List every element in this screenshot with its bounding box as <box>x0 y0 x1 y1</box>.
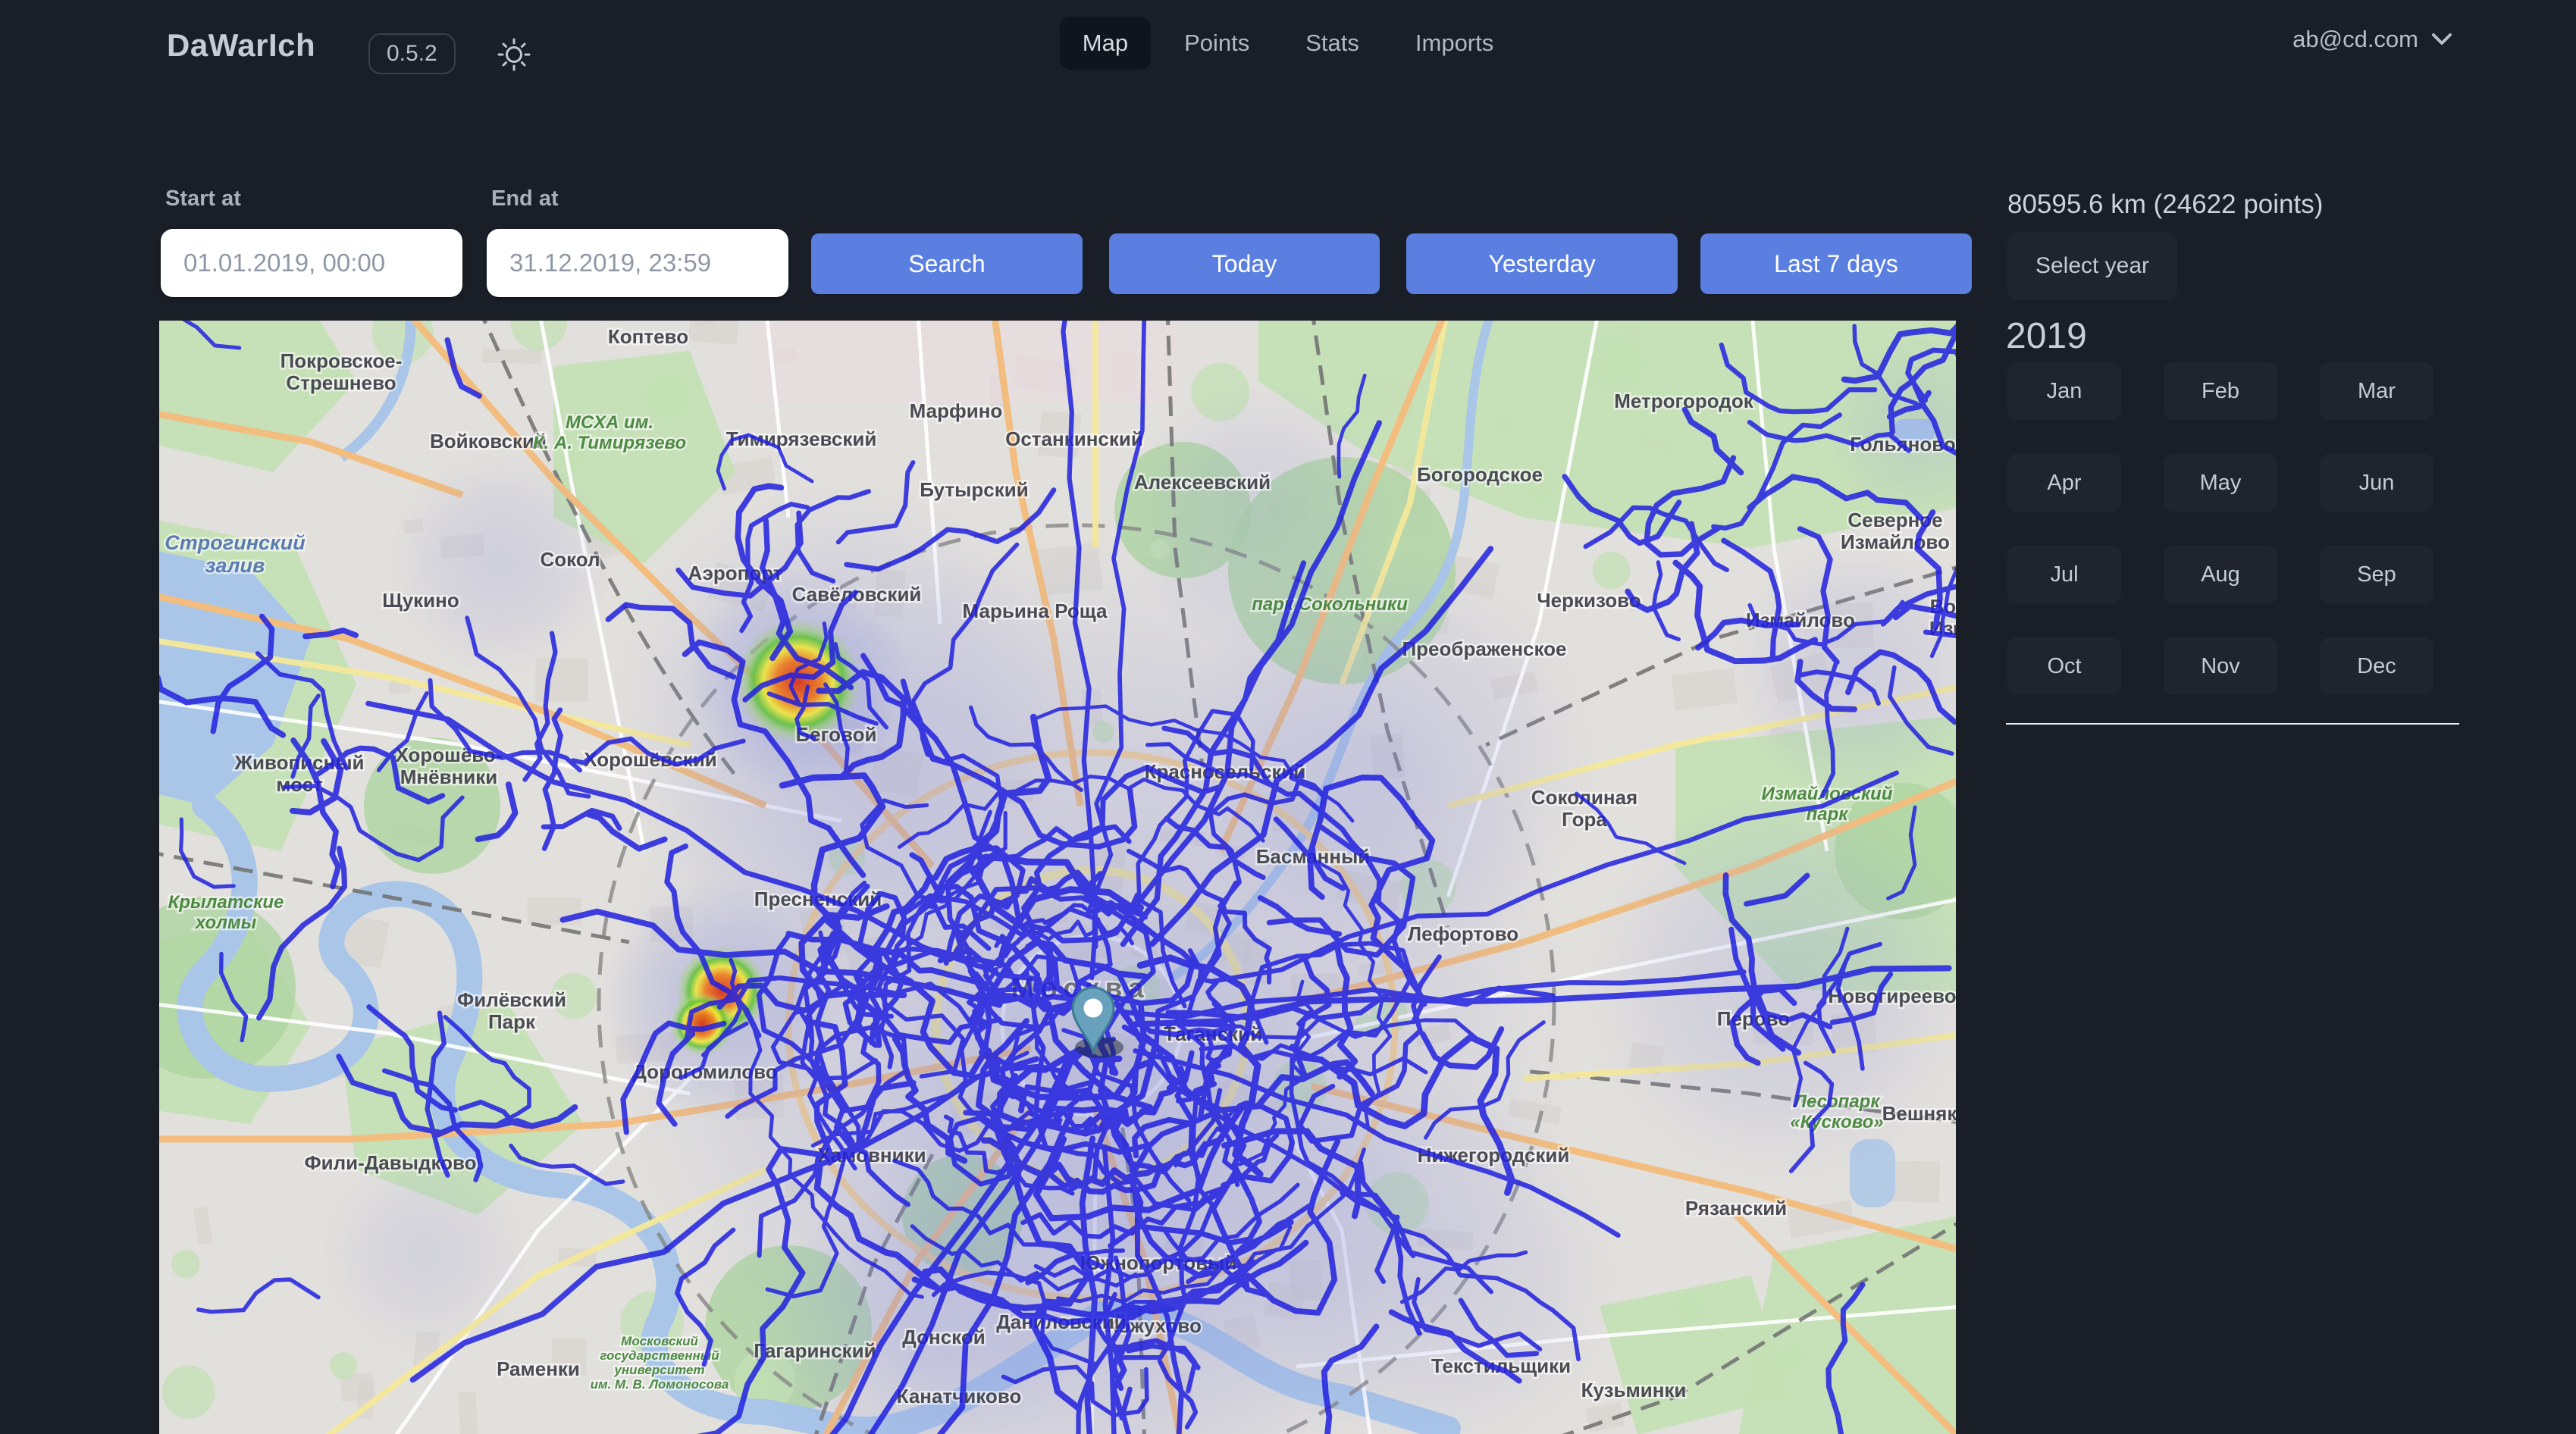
map-place-label: парк Сокольники <box>1252 594 1408 615</box>
map-place-label: Рязанский <box>1685 1197 1787 1220</box>
search-button[interactable]: Search <box>811 233 1083 294</box>
month-button-sep[interactable]: Sep <box>2320 546 2433 603</box>
app-logo: DaWarIch <box>167 27 315 64</box>
map-place-label: Покровское-Стрешнево <box>280 349 403 394</box>
month-button-apr[interactable]: Apr <box>2007 454 2121 512</box>
last-7-days-button[interactable]: Last 7 days <box>1700 233 1972 294</box>
main-nav: Map Points Stats Imports <box>1060 17 1517 70</box>
map-place-label: Останкинский <box>1005 427 1143 450</box>
month-button-jun[interactable]: Jun <box>2320 454 2433 512</box>
sidebar-divider <box>2006 723 2459 725</box>
map-place-label: Вешняки <box>1882 1102 1956 1125</box>
map-place-label: Измайлово <box>1746 609 1855 631</box>
map-canvas[interactable]: + − КоптевоПокровское-СтрешневоТимирязев… <box>159 321 1956 1434</box>
select-year-button[interactable]: Select year <box>2007 232 2177 300</box>
map-place-label: Раменки <box>497 1357 580 1380</box>
sun-icon <box>494 35 534 74</box>
map-place-label: Хорошёво-Мнёвники <box>396 744 503 788</box>
map-place-label: Бутырский <box>920 478 1028 501</box>
map-place-label: Кузьминки <box>1581 1379 1687 1401</box>
yesterday-button[interactable]: Yesterday <box>1406 233 1678 294</box>
map-tiles: Коптево Покровское-Стрешнево Тимирязевский… <box>159 321 1956 1434</box>
map-place-label: Лефортово <box>1408 922 1518 945</box>
months-grid: Jan Feb Mar Apr May Jun Jul Aug Sep Oct … <box>2007 362 2433 695</box>
month-button-jul[interactable]: Jul <box>2007 546 2121 603</box>
month-button-mar[interactable]: Mar <box>2320 362 2433 420</box>
month-button-nov[interactable]: Nov <box>2164 637 2277 695</box>
end-date-input[interactable] <box>487 229 788 297</box>
map-place-label: Тимирязевский <box>726 427 877 450</box>
map-place-label: Марьина Роща <box>963 600 1108 622</box>
today-button[interactable]: Today <box>1109 233 1380 294</box>
version-badge: 0.5.2 <box>368 33 456 74</box>
start-date-input[interactable] <box>161 229 462 297</box>
map-place-label: Войковский <box>430 430 547 452</box>
user-menu[interactable]: ab@cd.com <box>2292 26 2453 53</box>
map-place-label: Коптево <box>608 325 688 348</box>
tab-map[interactable]: Map <box>1060 17 1151 70</box>
chevron-down-icon <box>2430 31 2453 48</box>
map-place-label: Щукино <box>382 589 459 612</box>
map-place-label: Лесопарк«Кусково» <box>1790 1091 1883 1132</box>
map-place-label: Фили-Давыдково <box>304 1151 476 1174</box>
theme-toggle[interactable] <box>493 33 535 76</box>
tab-points[interactable]: Points <box>1161 17 1272 70</box>
tab-stats[interactable]: Stats <box>1283 17 1382 70</box>
user-email: ab@cd.com <box>2292 26 2418 53</box>
map-place-label: Гагаринский <box>754 1339 876 1362</box>
end-at-label: End at <box>491 186 559 211</box>
tab-imports[interactable]: Imports <box>1393 17 1516 70</box>
month-button-may[interactable]: May <box>2164 454 2277 512</box>
year-heading: 2019 <box>2006 315 2087 357</box>
month-button-jan[interactable]: Jan <box>2007 362 2121 420</box>
map-place-label: Текстильщики <box>1431 1354 1571 1377</box>
map-place-label: Преображенское <box>1402 637 1566 660</box>
map-place-label: Богородское <box>1417 463 1543 486</box>
start-at-label: Start at <box>165 186 241 211</box>
distance-stats: 80595.6 km (24622 points) <box>2007 189 2323 220</box>
month-button-aug[interactable]: Aug <box>2164 546 2277 603</box>
map-place-label: Алексеевский <box>1134 471 1271 493</box>
map-place-label: Марфино <box>910 399 1003 422</box>
month-button-feb[interactable]: Feb <box>2164 362 2277 420</box>
month-button-dec[interactable]: Dec <box>2320 637 2433 695</box>
month-button-oct[interactable]: Oct <box>2007 637 2121 695</box>
map-place-label: Канатчиково <box>897 1385 1022 1407</box>
map-place-label: Сокол <box>540 548 600 571</box>
